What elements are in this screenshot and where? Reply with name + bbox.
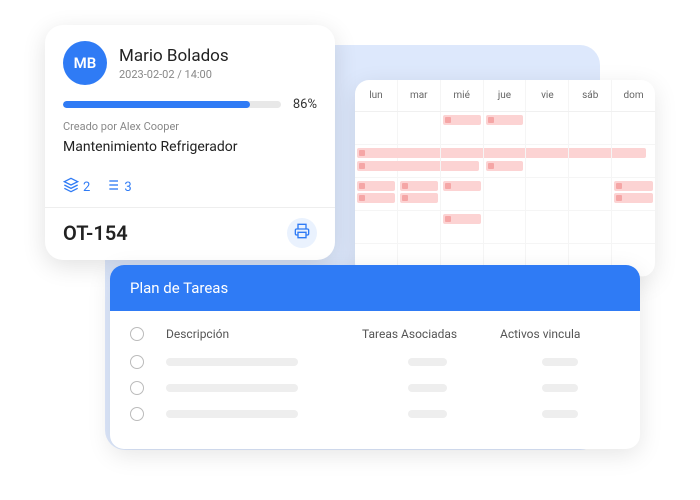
- progress-fill: [63, 101, 250, 108]
- col-description: Descripción: [166, 327, 354, 341]
- calendar-cell[interactable]: [355, 211, 398, 244]
- calendar-event[interactable]: [614, 181, 653, 191]
- radio-button[interactable]: [130, 381, 144, 395]
- layers-stat: 2: [63, 177, 90, 197]
- task-plan-body: Descripción Tareas Asociadas Activos vin…: [110, 311, 640, 449]
- task-plan-columns: Descripción Tareas Asociadas Activos vin…: [130, 327, 620, 341]
- calendar-event[interactable]: [400, 181, 438, 191]
- calendar-cell[interactable]: [484, 112, 527, 145]
- list-icon: [104, 177, 120, 197]
- calendar-header: lun mar mié jue vie sáb dom: [355, 80, 655, 112]
- progress-bar: [63, 101, 281, 108]
- radio-button[interactable]: [130, 327, 144, 341]
- day-header: mié: [441, 80, 484, 111]
- skeleton-placeholder: [542, 358, 578, 366]
- calendar-cell[interactable]: [526, 178, 569, 211]
- progress-percent: 86%: [293, 97, 317, 112]
- calendar-cell[interactable]: [441, 178, 484, 211]
- layers-icon: [63, 177, 79, 197]
- task-plan-card: Plan de Tareas Descripción Tareas Asocia…: [110, 265, 640, 449]
- print-icon: [294, 223, 310, 243]
- calendar-cell[interactable]: [398, 112, 441, 145]
- ot-number: OT-154: [63, 221, 128, 245]
- progress-row: 86%: [63, 97, 317, 112]
- calendar-cell[interactable]: [398, 145, 441, 178]
- day-header: vie: [526, 80, 569, 111]
- avatar: MB: [63, 41, 107, 85]
- day-header: sáb: [569, 80, 612, 111]
- calendar-cell[interactable]: [526, 112, 569, 145]
- divider: [45, 207, 335, 208]
- calendar-cell[interactable]: [441, 112, 484, 145]
- calendar-event[interactable]: [400, 193, 438, 203]
- calendar-event[interactable]: [443, 115, 481, 125]
- calendar-cell[interactable]: [398, 178, 441, 211]
- calendar-cell[interactable]: [569, 145, 612, 178]
- calendar-event[interactable]: [486, 115, 524, 125]
- col-associated-tasks: Tareas Asociadas: [362, 327, 492, 341]
- print-button[interactable]: [287, 218, 317, 248]
- calendar-cell[interactable]: [612, 178, 655, 211]
- skeleton-placeholder: [166, 358, 298, 366]
- calendar-cell[interactable]: [484, 178, 527, 211]
- skeleton-placeholder: [166, 384, 298, 392]
- user-datetime: 2023-02-02 / 14:00: [119, 68, 229, 81]
- calendar-cell[interactable]: [612, 211, 655, 244]
- task-plan-row[interactable]: [130, 381, 620, 395]
- task-plan-row[interactable]: [130, 407, 620, 421]
- day-header: dom: [612, 80, 655, 111]
- stats-row: 2 3: [63, 177, 317, 197]
- col-linked-assets: Activos vincula: [500, 327, 620, 341]
- list-stat: 3: [104, 177, 131, 197]
- created-by-label: Creado por Alex Cooper: [63, 120, 317, 133]
- user-row: MB Mario Bolados 2023-02-02 / 14:00: [63, 41, 317, 85]
- calendar-cell[interactable]: [612, 112, 655, 145]
- radio-button[interactable]: [130, 407, 144, 421]
- calendar-event[interactable]: [443, 214, 481, 224]
- calendar-cell[interactable]: [484, 211, 527, 244]
- calendar-cell[interactable]: [569, 112, 612, 145]
- day-header: jue: [484, 80, 527, 111]
- skeleton-placeholder: [408, 384, 447, 392]
- calendar-cell[interactable]: [612, 145, 655, 178]
- skeleton-placeholder: [542, 410, 578, 418]
- calendar-card: lun mar mié jue vie sáb dom: [355, 80, 655, 277]
- calendar-cell[interactable]: [355, 178, 398, 211]
- calendar-body: [355, 112, 655, 277]
- calendar-cell[interactable]: [441, 145, 484, 178]
- task-plan-header: Plan de Tareas: [110, 265, 640, 311]
- calendar-event[interactable]: [357, 181, 395, 191]
- task-title: Mantenimiento Refrigerador: [63, 139, 317, 155]
- ot-row: OT-154: [63, 218, 317, 248]
- calendar-cell[interactable]: [569, 178, 612, 211]
- calendar-event[interactable]: [486, 161, 524, 171]
- skeleton-placeholder: [408, 410, 447, 418]
- skeleton-placeholder: [542, 384, 578, 392]
- calendar-event[interactable]: [443, 181, 481, 191]
- calendar-cell[interactable]: [484, 145, 527, 178]
- skeleton-placeholder: [166, 410, 298, 418]
- calendar-cell[interactable]: [355, 145, 398, 178]
- skeleton-placeholder: [408, 358, 447, 366]
- radio-button[interactable]: [130, 355, 144, 369]
- task-plan-row[interactable]: [130, 355, 620, 369]
- layers-count: 2: [83, 180, 90, 195]
- work-order-card: MB Mario Bolados 2023-02-02 / 14:00 86% …: [45, 25, 335, 260]
- day-header: mar: [398, 80, 441, 111]
- calendar-event[interactable]: [614, 193, 653, 203]
- day-header: lun: [355, 80, 398, 111]
- user-name: Mario Bolados: [119, 46, 229, 66]
- calendar-cell[interactable]: [398, 211, 441, 244]
- calendar-event[interactable]: [357, 193, 395, 203]
- calendar-cell[interactable]: [569, 211, 612, 244]
- list-count: 3: [124, 180, 131, 195]
- calendar-cell[interactable]: [526, 145, 569, 178]
- calendar-cell[interactable]: [441, 211, 484, 244]
- calendar-cell[interactable]: [526, 211, 569, 244]
- calendar-cell[interactable]: [355, 112, 398, 145]
